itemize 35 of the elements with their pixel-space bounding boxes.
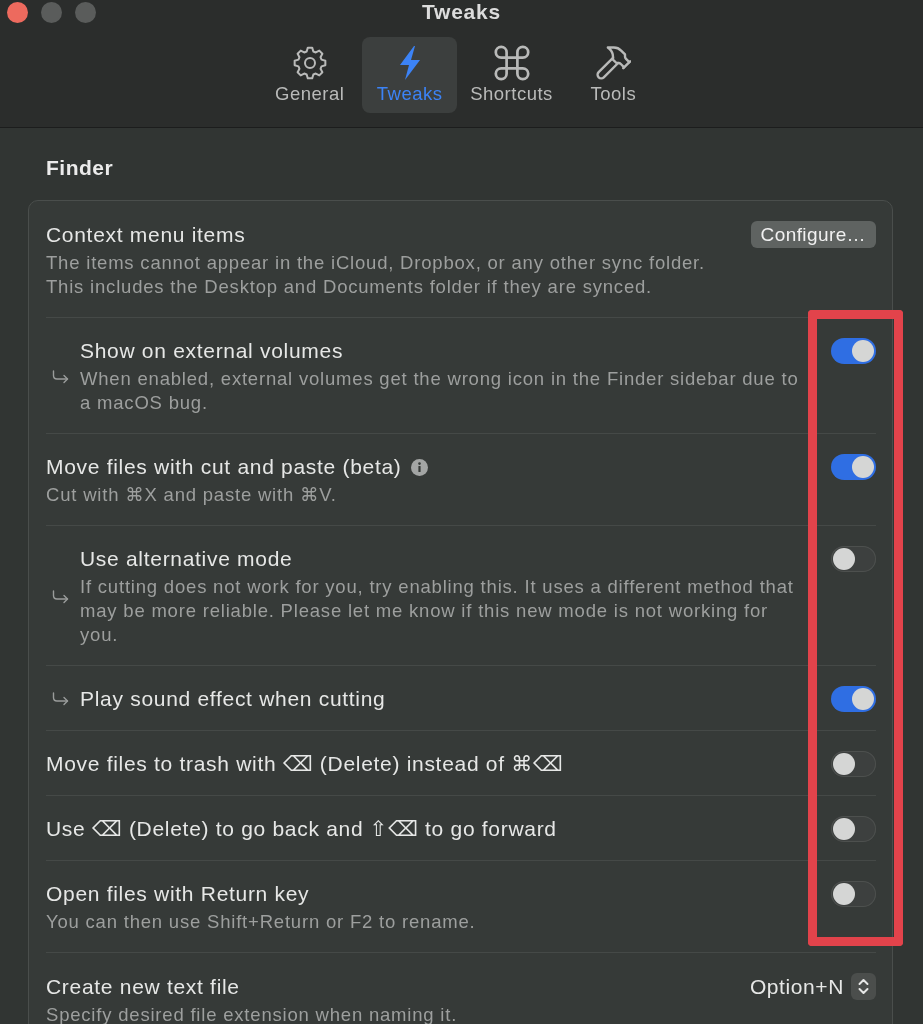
toggle-switch[interactable] xyxy=(831,454,876,480)
setting-title: Show on external volumes xyxy=(80,338,344,364)
configure-button[interactable]: Configure… xyxy=(750,221,876,248)
toggle-switch[interactable] xyxy=(831,686,876,712)
setting-description: Cut with ⌘X and paste with ⌘V. xyxy=(46,483,338,507)
setting-title: Open files with Return key xyxy=(46,881,310,907)
toolbar-tab[interactable]: Tools xyxy=(565,37,661,113)
setting-title: Use alternative mode xyxy=(80,546,293,572)
setting-description: You can then use Shift+Return or F2 to rename. xyxy=(46,910,477,934)
toolbar-tab[interactable]: General xyxy=(262,37,358,113)
toggle-switch[interactable] xyxy=(831,881,876,907)
section-heading: Finder xyxy=(46,156,115,180)
toggle-switch[interactable] xyxy=(831,751,876,777)
shortcut-popup[interactable]: Option+N xyxy=(749,973,876,1000)
setting-description: If cutting does not work for you, try enabling this. It uses a different method that may be more reliable. Please let me know if this new mode is not working for you. xyxy=(80,575,795,647)
toggle-switch[interactable] xyxy=(831,816,876,842)
hammer-icon xyxy=(595,45,632,81)
info-icon[interactable] xyxy=(410,458,428,476)
toolbar-tab[interactable]: Shortcuts xyxy=(462,37,561,113)
setting-title: Use ⌫ (Delete) to go back and ⇧⌫ to go forward xyxy=(46,816,557,842)
setting-title: Play sound effect when cutting xyxy=(80,686,386,712)
close-button[interactable] xyxy=(7,1,28,23)
setting-description: When enabled, external volumes get the wrong icon in the Finder sidebar due to a macOS bug. xyxy=(80,367,800,415)
toggle-switch[interactable] xyxy=(831,338,876,364)
setting-description: The items cannot appear in the iCloud, Dropbox, or any other sync folder. This includes the Desktop and Documents folder if they are synced. xyxy=(46,251,706,299)
toggle-switch[interactable] xyxy=(831,546,876,572)
setting-title: Move files to trash with ⌫ (Delete) instead of ⌘⌫ xyxy=(46,751,564,777)
chevron-updown-icon xyxy=(851,973,876,1000)
setting-title: Create new text file xyxy=(46,973,240,1000)
command-key-icon xyxy=(493,45,530,81)
gear-icon xyxy=(291,45,328,81)
setting-title: Context menu items xyxy=(46,221,246,248)
setting-title: Move files with cut and paste (beta) xyxy=(46,454,402,480)
window-title: Tweaks xyxy=(421,0,502,24)
setting-description: Specify desired file extension when naming it. xyxy=(46,1003,459,1024)
